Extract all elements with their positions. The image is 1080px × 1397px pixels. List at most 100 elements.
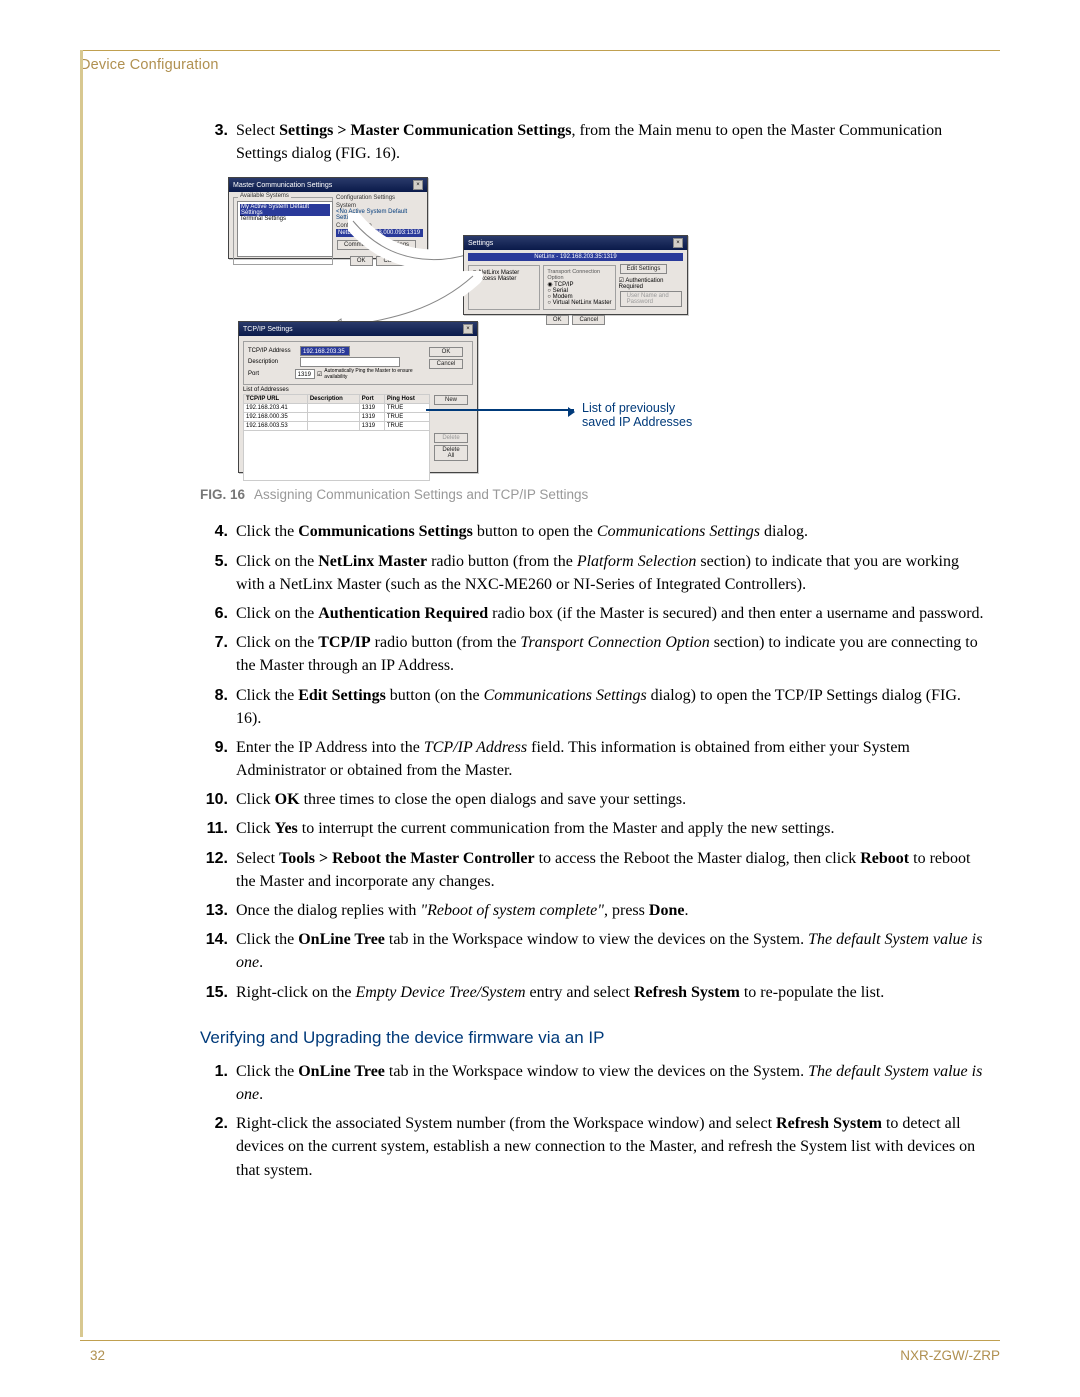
step-text: Select Tools > Reboot the Master Control… xyxy=(236,847,990,893)
step-text: Click the OnLine Tree tab in the Workspa… xyxy=(236,1060,990,1106)
step-text: Click the Edit Settings button (on the C… xyxy=(236,684,990,730)
label-list-of-addresses: List of Addresses xyxy=(243,387,473,393)
checkbox-auth-required[interactable]: Authentication Required xyxy=(619,278,664,290)
steps-list-b: 1. Click the OnLine Tree tab in the Works… xyxy=(200,1060,990,1182)
th-desc: Description xyxy=(307,395,359,404)
port-input[interactable]: 1319 xyxy=(295,369,315,379)
step-number: 7. xyxy=(200,631,228,654)
step-number: 10. xyxy=(200,788,228,811)
figure-caption-text: Assigning Communication Settings and TCP… xyxy=(254,487,588,502)
step-number: 9. xyxy=(200,736,228,759)
step-text: Click the OnLine Tree tab in the Workspa… xyxy=(236,928,990,974)
radio-icon: ○ xyxy=(547,300,551,306)
step-item: 7. Click on the TCP/IP radio button (from… xyxy=(200,631,990,677)
step-item: 15. Right-click on the Empty Device Tree/… xyxy=(200,981,990,1004)
step-text: Select Settings > Master Communication S… xyxy=(236,119,990,165)
dialog1-title: Master Communication Settings xyxy=(233,182,332,189)
page-number: 32 xyxy=(90,1348,105,1363)
figure-caption: FIG. 16 Assigning Communication Settings… xyxy=(200,487,990,502)
step-number: 5. xyxy=(200,550,228,573)
dialog2-title: Settings xyxy=(468,240,493,247)
cancel-button[interactable]: Cancel xyxy=(429,359,463,369)
dialog3-title: TCP/IP Settings xyxy=(243,326,293,333)
step-text: Click on the Authentication Required rad… xyxy=(236,602,990,625)
step-number: 2. xyxy=(200,1112,228,1135)
step-text: Right-click on the Empty Device Tree/Sys… xyxy=(236,981,990,1004)
step-item: 1. Click the OnLine Tree tab in the Works… xyxy=(200,1060,990,1106)
th-ping: Ping Host xyxy=(384,395,429,404)
cancel-button[interactable]: Cancel xyxy=(572,315,605,325)
step-text: Click on the NetLinx Master radio button… xyxy=(236,550,990,596)
close-icon[interactable]: × xyxy=(413,180,423,190)
table-row: 192.168.203.41 1319 TRUE xyxy=(244,404,430,413)
address-table: TCP/IP URL Description Port Ping Host 19… xyxy=(243,394,430,481)
step-item: 5. Click on the NetLinx Master radio butt… xyxy=(200,550,990,596)
callout-ip-list: List of previously saved IP Addresses xyxy=(582,401,708,429)
tree-item-active[interactable]: My Active System Default Settings xyxy=(240,204,330,216)
label-tcpip-address: TCP/IP Address xyxy=(248,348,298,354)
dialog-tcpip-settings: TCP/IP Settings × TCP/IP Address 192.168… xyxy=(238,321,478,473)
step-number: 15. xyxy=(200,981,228,1004)
left-gutter-bar xyxy=(80,50,83,1337)
label-port: Port xyxy=(248,371,293,377)
step-item: 12. Select Tools > Reboot the Master Cont… xyxy=(200,847,990,893)
step-number: 13. xyxy=(200,899,228,922)
header-rule xyxy=(80,50,1000,51)
dialog-comm-settings: Settings × NetLinx - 192.168.203.35:1319… xyxy=(463,235,688,315)
subheading-verifying: Verifying and Upgrading the device firmw… xyxy=(200,1028,990,1048)
th-url: TCP/IP URL xyxy=(244,395,308,404)
steps-list-pre: 3. Select Settings > Master Communication… xyxy=(200,119,990,165)
footer-brand: NXR-ZGW/-ZRP xyxy=(900,1348,1000,1363)
step-text: Click on the TCP/IP radio button (from t… xyxy=(236,631,990,677)
step-number: 4. xyxy=(200,520,228,543)
step-item: 3. Select Settings > Master Communication… xyxy=(200,119,990,165)
close-icon[interactable]: × xyxy=(463,324,473,334)
step-text: Click Yes to interrupt the current commu… xyxy=(236,817,990,840)
step-item: 13. Once the dialog replies with "Reboot … xyxy=(200,899,990,922)
label-description: Description xyxy=(248,359,298,365)
delete-all-button[interactable]: Delete All xyxy=(434,445,468,461)
new-button[interactable]: New xyxy=(434,395,468,405)
step-text: Right-click the associated System number… xyxy=(236,1112,990,1182)
tree-item-terminal[interactable]: Terminal Settings xyxy=(240,216,330,222)
ok-button[interactable]: OK xyxy=(546,315,569,325)
step-item: 6. Click on the Authentication Required r… xyxy=(200,602,990,625)
edit-settings-button[interactable]: Edit Settings xyxy=(620,264,668,274)
user-password-button: User Name and Password xyxy=(620,291,682,307)
checkbox-icon: ☑ xyxy=(317,371,322,378)
step-item: 14. Click the OnLine Tree tab in the Work… xyxy=(200,928,990,974)
step-number: 14. xyxy=(200,928,228,951)
footer-rule xyxy=(80,1340,1000,1341)
step-item: 9. Enter the IP Address into the TCP/IP A… xyxy=(200,736,990,782)
steps-list-post: 4. Click the Communications Settings butt… xyxy=(200,520,990,1003)
step-number: 6. xyxy=(200,602,228,625)
step-number: 3. xyxy=(200,119,228,142)
step-number: 12. xyxy=(200,847,228,870)
step-number: 11. xyxy=(200,817,228,840)
step-item: 8. Click the Edit Settings button (on the… xyxy=(200,684,990,730)
step-item: 11. Click Yes to interrupt the current co… xyxy=(200,817,990,840)
close-icon[interactable]: × xyxy=(673,238,683,248)
step-item: 2. Right-click the associated System numb… xyxy=(200,1112,990,1182)
description-input[interactable] xyxy=(300,357,400,367)
table-row: 192.168.003.53 1319 TRUE xyxy=(244,422,430,431)
step-item: 10. Click OK three times to close the ope… xyxy=(200,788,990,811)
step-text: Click OK three times to close the open d… xyxy=(236,788,990,811)
header-section-label: Device Configuration xyxy=(80,57,1000,73)
th-port: Port xyxy=(359,395,384,404)
step-number: 8. xyxy=(200,684,228,707)
step-number: 1. xyxy=(200,1060,228,1083)
figure-16: Master Communication Settings × My Activ… xyxy=(228,177,708,477)
delete-button: Delete xyxy=(434,433,468,443)
tcpip-address-input[interactable]: 192.168.203.35 xyxy=(300,346,350,356)
ok-button[interactable]: OK xyxy=(429,347,463,357)
table-row: 192.168.000.35 1319 TRUE xyxy=(244,413,430,422)
text-netlinx-header: NetLinx - 192.168.203.35:1319 xyxy=(468,253,683,261)
label-config-settings: Configuration Settings xyxy=(336,195,423,201)
step-item: 4. Click the Communications Settings butt… xyxy=(200,520,990,543)
step-text: Enter the IP Address into the TCP/IP Add… xyxy=(236,736,990,782)
radio-vnm[interactable]: Virtual NetLinx Master xyxy=(553,300,612,306)
checkbox-auto-ping[interactable]: Automatically Ping the Master to ensure … xyxy=(324,368,425,380)
step-text: Once the dialog replies with "Reboot of … xyxy=(236,899,990,922)
step-text: Click the Communications Settings button… xyxy=(236,520,990,543)
